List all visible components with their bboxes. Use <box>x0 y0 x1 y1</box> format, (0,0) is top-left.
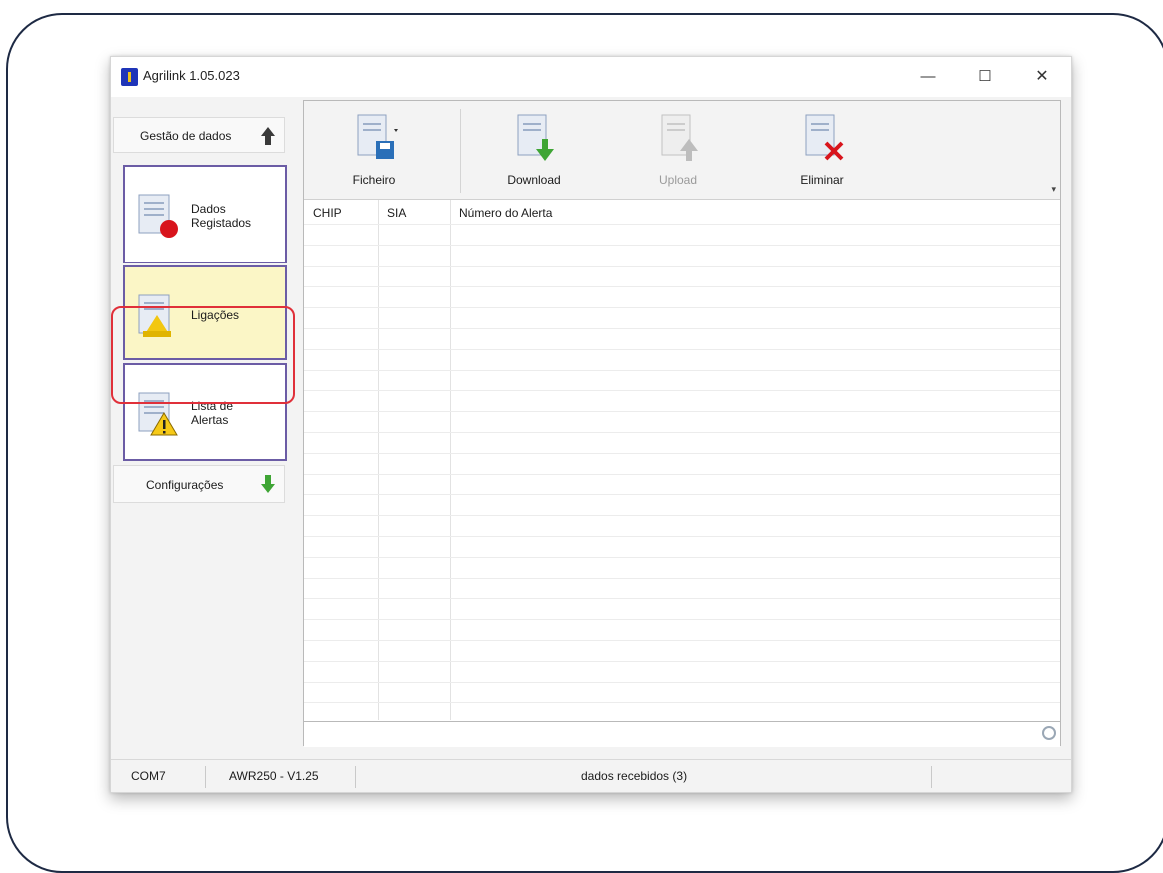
grid-row-line <box>304 681 1060 683</box>
toolbar: Ficheiro Download Upload Eliminar ▾ <box>304 101 1060 200</box>
recorded-data-icon <box>138 194 178 238</box>
grid-row-line <box>304 348 1060 350</box>
section-configuracoes[interactable]: Configurações <box>113 465 285 503</box>
grid-row-line <box>304 411 1060 413</box>
grid-row-line <box>304 390 1060 392</box>
close-button[interactable]: ✕ <box>1025 63 1059 91</box>
toolbar-separator <box>460 109 461 193</box>
section-gestao-de-dados[interactable]: Gestão de dados <box>113 117 285 153</box>
toolbar-overflow-icon[interactable]: ▾ <box>1051 184 1056 195</box>
grid-row-line <box>304 452 1060 454</box>
grid-row-line <box>304 577 1060 579</box>
status-bar: COM7 AWR250 - V1.25 dados recebidos (3) <box>111 759 1071 792</box>
title-bar: Agrilink 1.05.023 — ☐ ✕ <box>111 57 1071 97</box>
grid-header: CHIP SIA Número do Alerta <box>304 200 1060 224</box>
grid-row-line <box>304 473 1060 475</box>
delete-icon <box>805 114 844 161</box>
item-label-line1: Lista de <box>191 399 234 413</box>
item-label-line1: Dados <box>191 202 226 216</box>
connections-icon <box>138 294 171 337</box>
item-label: Lista de Alertas <box>191 399 233 427</box>
upload-icon <box>661 114 698 161</box>
minimize-button[interactable]: — <box>911 63 945 91</box>
ficheiro-button[interactable]: Ficheiro <box>334 113 414 193</box>
grid-row-line <box>304 265 1060 267</box>
grid-row-line <box>304 660 1060 662</box>
column-divider <box>450 200 451 720</box>
upload-button[interactable]: Upload <box>638 113 718 193</box>
item-label-line2: Alertas <box>191 413 229 427</box>
button-label: Upload <box>658 173 698 187</box>
grid-row-line <box>304 598 1060 600</box>
button-label: Eliminar <box>800 173 844 187</box>
column-header-numero-do-alerta[interactable]: Número do Alerta <box>459 206 552 220</box>
section-label: Configurações <box>146 478 224 492</box>
gear-icon[interactable] <box>1042 726 1056 740</box>
column-divider <box>378 200 379 720</box>
grid-row-line <box>304 640 1060 641</box>
app-window: Agrilink 1.05.023 — ☐ ✕ Gestão de dados … <box>110 56 1072 793</box>
status-message: dados recebidos (3) <box>581 769 688 783</box>
item-label: Dados Registados <box>191 202 251 230</box>
grid-row-line <box>304 556 1060 558</box>
item-label: Ligações <box>191 308 240 322</box>
section-label: Gestão de dados <box>140 129 232 143</box>
maximize-button[interactable]: ☐ <box>968 63 1002 91</box>
window-title: Agrilink 1.05.023 <box>143 68 240 83</box>
app-logo-icon <box>121 68 138 86</box>
button-label: Ficheiro <box>352 173 396 187</box>
data-grid: CHIP SIA Número do Alerta <box>304 200 1060 725</box>
status-divider <box>931 766 932 788</box>
grid-row-line <box>304 515 1060 517</box>
grid-row-line <box>304 432 1060 433</box>
grid-row-line <box>304 536 1060 537</box>
download-icon <box>517 114 554 161</box>
grid-footer <box>304 721 1060 747</box>
alert-list-icon <box>138 392 178 436</box>
status-divider <box>205 766 206 788</box>
status-divider <box>355 766 356 788</box>
eliminar-button[interactable]: Eliminar <box>782 113 862 193</box>
grid-row-line <box>304 702 1060 704</box>
status-port: COM7 <box>131 769 166 783</box>
grid-row-line <box>304 307 1060 309</box>
sidebar-item-ligacoes[interactable]: Ligações <box>123 265 287 360</box>
grid-row-line <box>304 224 1060 225</box>
grid-row-line <box>304 286 1060 288</box>
grid-row-line <box>304 244 1060 246</box>
column-header-sia[interactable]: SIA <box>387 206 406 220</box>
up-arrow-icon <box>261 127 275 145</box>
status-device: AWR250 - V1.25 <box>229 769 319 783</box>
grid-row-line <box>304 619 1060 621</box>
grid-row-line <box>304 494 1060 496</box>
download-button[interactable]: Download <box>494 113 574 193</box>
grid-row-line <box>304 328 1060 329</box>
down-arrow-icon <box>261 475 275 493</box>
sidebar: Gestão de dados Dados Registados Ligaçõe… <box>111 99 301 755</box>
main-panel: Ficheiro Download Upload Eliminar ▾ CHIP… <box>303 100 1061 747</box>
file-save-icon <box>357 114 398 159</box>
item-label-line2: Registados <box>191 216 252 230</box>
sidebar-item-lista-de-alertas[interactable]: Lista de Alertas <box>123 363 287 461</box>
sidebar-item-dados-registados[interactable]: Dados Registados <box>123 165 287 263</box>
grid-row-line <box>304 369 1060 371</box>
column-header-chip[interactable]: CHIP <box>313 206 342 220</box>
button-label: Download <box>507 173 561 187</box>
